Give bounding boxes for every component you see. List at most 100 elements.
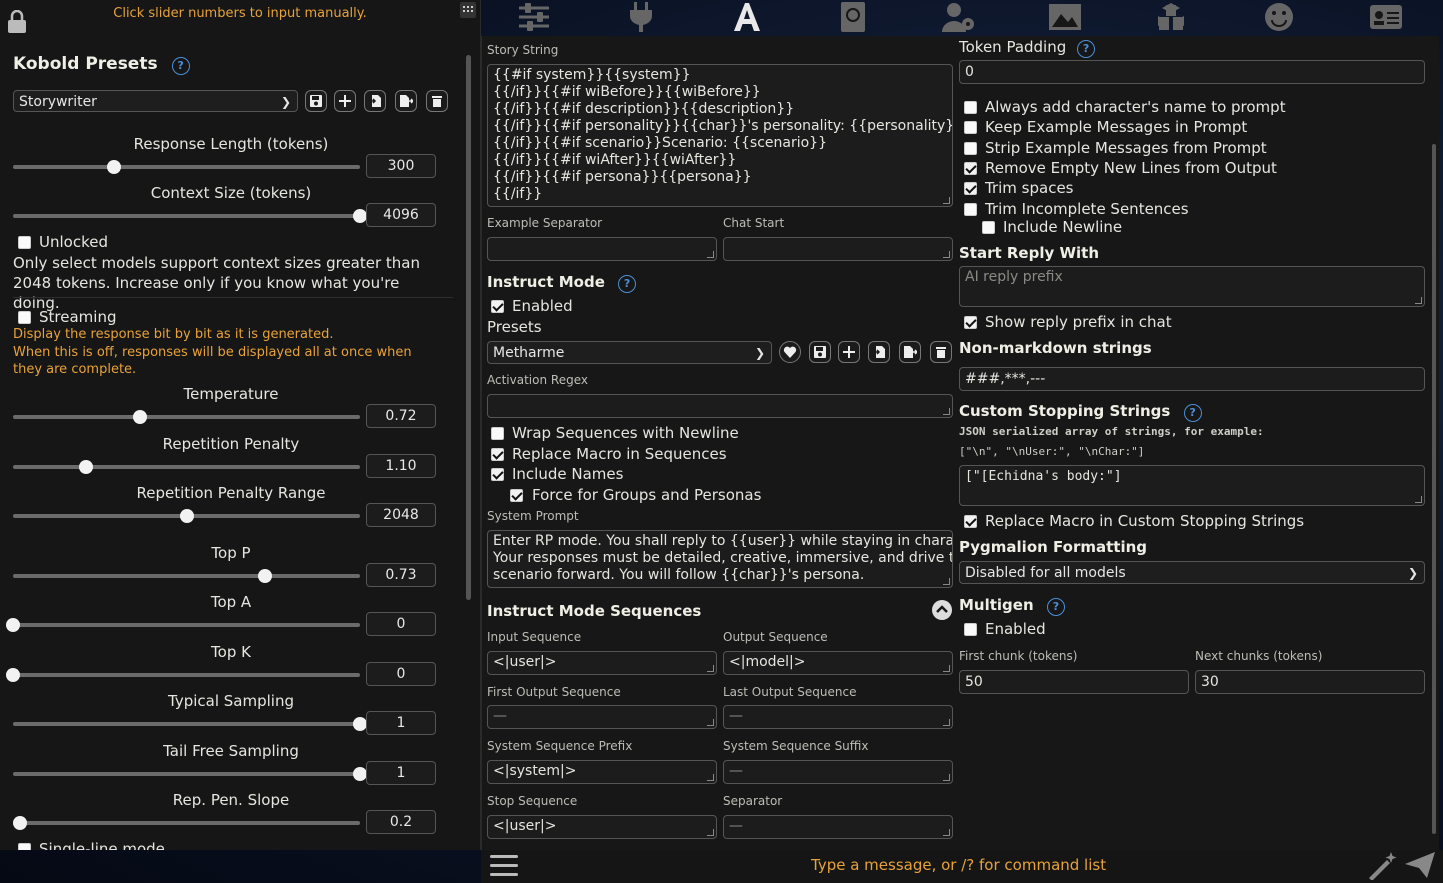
first-chunk-input[interactable]: 50 [959,670,1189,694]
slider-value-input[interactable]: 1.10 [366,454,436,478]
slider-knob[interactable] [6,668,20,682]
export-preset-button[interactable] [395,90,417,112]
unlocked-checkbox[interactable] [18,236,31,249]
magic-wand-icon[interactable] [1367,850,1399,880]
font-icon[interactable] [730,2,764,32]
slider-value-input[interactable]: 0 [366,662,436,686]
new-instruct-button[interactable] [838,341,860,363]
slider-value-input[interactable]: 0 [366,612,436,636]
single-line-checkbox[interactable] [18,843,31,850]
non-markdown-input[interactable]: ###,***,--- [959,367,1425,391]
include-names-checkbox[interactable] [491,468,504,481]
hamburger-menu-icon[interactable] [489,853,519,879]
slider-knob[interactable] [257,569,272,583]
slider-track[interactable] [13,569,360,583]
context-size-slider[interactable] [13,209,367,223]
separator-input[interactable]: — [723,815,953,839]
option-checkbox[interactable] [964,202,977,216]
multigen-enabled-checkbox[interactable] [964,623,977,636]
slider-knob[interactable] [132,410,147,424]
book-globe-icon[interactable] [836,2,870,32]
slider-knob[interactable] [106,160,121,174]
import-instruct-button[interactable] [868,341,890,363]
replace-macro-stop-checkbox[interactable] [964,515,977,528]
next-chunks-input[interactable]: 30 [1195,670,1425,694]
slider-knob[interactable] [78,460,93,474]
image-icon[interactable] [1048,2,1082,32]
slider-track[interactable] [13,717,367,731]
stop-sequence-input[interactable]: <|user|> [487,815,717,839]
option-checkbox[interactable] [964,161,977,175]
user-cog-icon[interactable] [942,2,976,32]
slider-knob[interactable] [12,816,27,830]
slider-value-input[interactable]: 0.72 [366,404,436,428]
slider-track[interactable] [6,668,360,682]
include-newline-checkbox[interactable] [982,221,995,234]
message-input[interactable]: Type a message, or /? for command list [811,856,1106,874]
new-preset-button[interactable] [334,90,356,112]
help-icon[interactable]: ? [618,275,637,293]
favorite-button[interactable] [779,341,801,363]
replace-macro-checkbox[interactable] [491,448,504,461]
help-icon[interactable]: ? [1183,404,1202,422]
save-instruct-button[interactable] [809,341,831,363]
scrollbar[interactable] [466,55,471,600]
send-icon[interactable] [1403,850,1437,880]
sliders-icon[interactable] [517,2,551,32]
system-prompt-textarea[interactable]: Enter RP mode. You shall reply to {{user… [487,530,953,588]
slider-value-input[interactable]: 0.73 [366,563,436,587]
token-padding-input[interactable]: 0 [959,60,1425,84]
id-card-icon[interactable] [1369,2,1403,32]
force-groups-checkbox[interactable] [510,489,523,502]
slider-track[interactable] [13,460,360,474]
instruct-preset-select[interactable]: Metharme ❯ [487,341,772,364]
response-length-slider[interactable] [13,160,360,174]
activation-regex-input[interactable] [487,394,953,418]
chat-start-input[interactable] [723,237,953,261]
context-size-input[interactable]: 4096 [366,203,436,227]
help-icon[interactable]: ? [1046,598,1065,616]
instruct-enabled-checkbox[interactable] [491,300,504,313]
help-icon[interactable]: ? [1077,40,1096,58]
slider-knob[interactable] [353,717,367,731]
preset-select[interactable]: Storywriter ❯ [13,90,298,112]
story-string-textarea[interactable]: {{#if system}}{{system}} {{/if}}{{#if wi… [487,64,953,207]
option-checkbox[interactable] [964,101,977,114]
slider-track[interactable] [6,618,360,632]
wrap-newline-checkbox[interactable] [491,427,504,440]
pygmalion-select[interactable]: Disabled for all models ❯ [959,561,1425,584]
slider-knob[interactable] [353,767,367,781]
help-icon[interactable]: ? [171,57,190,75]
streaming-checkbox[interactable] [18,311,31,324]
last-output-input[interactable]: — [723,705,953,729]
stopping-strings-textarea[interactable]: ["[Echidna's body:"] [959,465,1425,506]
first-output-input[interactable]: — [487,705,717,729]
delete-instruct-button[interactable] [930,341,952,363]
slider-track[interactable] [13,509,360,523]
scrollbar[interactable] [1432,144,1436,834]
input-sequence-input[interactable]: <|user|> [487,651,717,675]
smile-icon[interactable] [1262,2,1296,32]
slider-track[interactable] [13,410,360,424]
system-prefix-input[interactable]: <|system|> [487,760,717,784]
slider-track[interactable] [12,816,360,830]
import-preset-button[interactable] [364,90,386,112]
output-sequence-input[interactable]: <|model|> [723,651,953,675]
show-prefix-checkbox[interactable] [964,316,977,329]
plug-icon[interactable] [624,2,658,32]
slider-knob[interactable] [179,509,194,523]
grid-icon[interactable] [460,2,476,18]
slider-value-input[interactable]: 1 [366,711,436,735]
slider-value-input[interactable]: 1 [366,761,436,785]
option-checkbox[interactable] [964,182,977,196]
slider-value-input[interactable]: 0.2 [366,810,436,834]
example-separator-input[interactable] [487,237,717,261]
slider-value-input[interactable]: 2048 [366,503,436,527]
collapse-icon[interactable] [931,599,953,621]
cubes-icon[interactable] [1154,2,1188,32]
response-length-input[interactable]: 300 [366,154,436,178]
start-reply-textarea[interactable]: AI reply prefix [959,266,1425,307]
system-suffix-input[interactable]: — [723,760,953,784]
slider-knob[interactable] [6,618,20,632]
export-instruct-button[interactable] [899,341,921,363]
